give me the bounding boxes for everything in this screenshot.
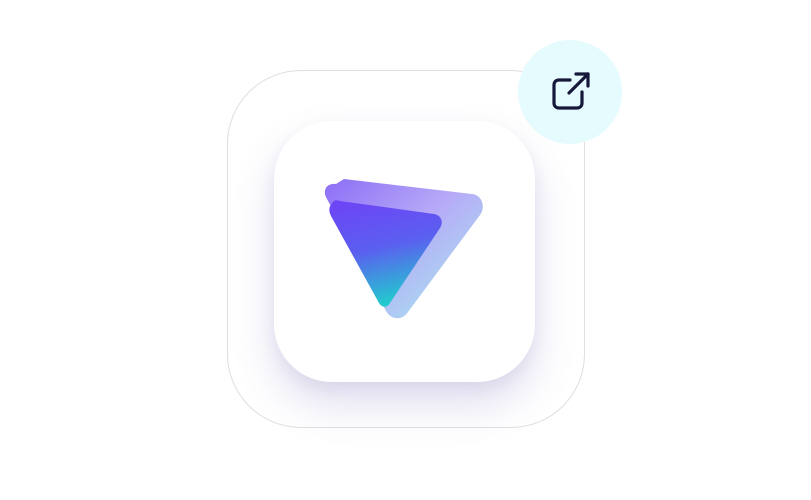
app-icon-tile[interactable] bbox=[274, 121, 535, 382]
protonvpn-logo-icon bbox=[324, 179, 483, 319]
external-link-icon bbox=[552, 72, 590, 110]
open-external-button[interactable] bbox=[518, 40, 622, 144]
app-icon-illustration bbox=[0, 0, 811, 500]
